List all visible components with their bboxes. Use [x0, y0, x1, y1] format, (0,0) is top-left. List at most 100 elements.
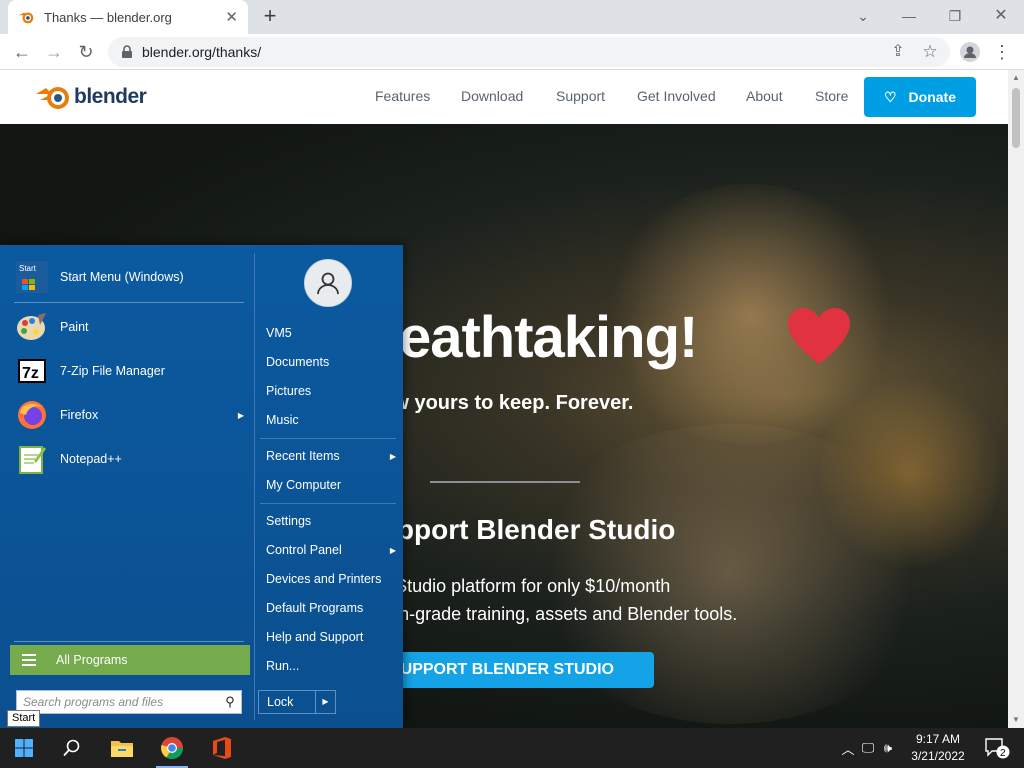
file-explorer-button[interactable]: [98, 728, 146, 768]
place-settings[interactable]: Settings: [266, 509, 396, 533]
windows-logo-icon: [15, 739, 33, 757]
browser-menu-icon[interactable]: ⋮: [988, 38, 1016, 66]
blender-logo-icon: [36, 87, 69, 109]
7zip-icon: 7z: [18, 359, 46, 383]
browser-toolbar: ← → ↻ blender.org/thanks/ ⇪ ☆ ⋮: [0, 34, 1024, 70]
logo-text: blender: [74, 85, 147, 108]
clock-time: 9:17 AM: [915, 732, 961, 746]
submenu-arrow-icon: ▶: [389, 451, 396, 461]
hero-divider: [430, 481, 580, 483]
new-tab-button[interactable]: +: [258, 5, 282, 29]
back-button[interactable]: ←: [8, 38, 36, 66]
red-heart-icon: [788, 308, 850, 364]
lock-button[interactable]: Lock ▶: [258, 690, 336, 714]
office-button[interactable]: [198, 728, 246, 768]
place-documents[interactable]: Documents: [266, 350, 396, 374]
start-search-input[interactable]: Search programs and files ⚲: [16, 690, 242, 714]
notification-icon: 2: [985, 738, 1010, 759]
notepadpp-icon: [19, 446, 46, 474]
firefox-icon: [18, 401, 46, 429]
scroll-up-icon[interactable]: ▲: [1008, 70, 1024, 86]
url-text: blender.org/thanks/: [142, 44, 262, 60]
place-recent-items[interactable]: Recent Items ▶: [266, 444, 396, 468]
network-icon[interactable]: 🖵: [858, 728, 878, 768]
nav-about[interactable]: About: [746, 88, 783, 104]
share-icon[interactable]: ⇪: [884, 38, 912, 66]
app-label: Firefox: [60, 408, 99, 422]
start-button[interactable]: [0, 728, 48, 768]
app-label: Paint: [60, 320, 89, 334]
restore-button[interactable]: ❐: [932, 5, 978, 27]
app-label: 7-Zip File Manager: [60, 364, 165, 378]
site-header: blender Features Download Support Get In…: [0, 70, 1008, 124]
close-window-button[interactable]: ✕: [978, 5, 1024, 27]
start-menu-places-pane: VM5 Documents Pictures Music Recent Item…: [256, 245, 403, 728]
system-tray: ︿ 🖵 🕪: [838, 728, 898, 768]
taskbar-clock[interactable]: 9:17 AM 3/21/2022: [900, 731, 976, 765]
folder-icon: [111, 741, 133, 757]
notification-count: 2: [1000, 748, 1006, 759]
all-programs-label: All Programs: [56, 653, 128, 667]
chrome-icon: [161, 737, 183, 759]
search-icon[interactable]: ⚲: [219, 694, 241, 710]
bookmark-star-icon[interactable]: ☆: [916, 38, 944, 66]
place-run[interactable]: Run...: [266, 654, 396, 678]
place-my-computer[interactable]: My Computer: [266, 473, 396, 497]
lock-icon[interactable]: [120, 45, 134, 59]
app-firefox[interactable]: Firefox ▶: [10, 395, 250, 435]
scroll-down-icon[interactable]: ▼: [1008, 712, 1024, 728]
action-center-button[interactable]: 2: [980, 728, 1014, 768]
start-tooltip: Start: [7, 710, 41, 727]
tab-close-icon[interactable]: ✕: [225, 8, 238, 26]
clock-date: 3/21/2022: [911, 749, 965, 763]
donate-button[interactable]: ♡ Donate: [864, 77, 976, 117]
tab-search-icon[interactable]: ⌄: [840, 5, 886, 27]
place-control-panel[interactable]: Control Panel ▶: [266, 538, 396, 562]
address-bar[interactable]: blender.org/thanks/: [108, 37, 950, 67]
forward-button[interactable]: →: [40, 38, 68, 66]
place-pictures[interactable]: Pictures: [266, 379, 396, 403]
heart-icon: ♡: [883, 88, 897, 105]
chrome-button[interactable]: [148, 728, 196, 768]
place-help-support[interactable]: Help and Support: [266, 625, 396, 649]
user-avatar[interactable]: [304, 259, 352, 307]
app-start-menu-windows[interactable]: Start Start Menu (Windows): [10, 257, 250, 297]
nav-support[interactable]: Support: [556, 88, 605, 104]
all-programs-button[interactable]: All Programs: [10, 645, 250, 675]
app-7zip[interactable]: 7z 7-Zip File Manager: [10, 351, 250, 391]
nav-features[interactable]: Features: [375, 88, 430, 104]
taskbar-search-button[interactable]: [48, 728, 96, 768]
place-user[interactable]: VM5: [266, 321, 396, 345]
browser-tab[interactable]: Thanks — blender.org ✕: [8, 0, 248, 34]
taskbar: ︿ 🖵 🕪 9:17 AM 3/21/2022 2: [0, 728, 1024, 768]
start-menu-programs-pane: Start Start Menu (Windows) Paint 7z 7-Zi…: [0, 245, 256, 728]
nav-get-involved[interactable]: Get Involved: [637, 88, 716, 104]
page-scrollbar[interactable]: ▲ ▼: [1008, 70, 1024, 728]
shutdown-options-arrow-icon[interactable]: ▶: [315, 691, 335, 713]
lock-label: Lock: [267, 695, 294, 709]
app-notepadpp[interactable]: Notepad++: [10, 439, 250, 479]
start-menu: Start Start Menu (Windows) Paint 7z 7-Zi…: [0, 245, 403, 728]
show-hidden-icons-icon[interactable]: ︿: [838, 728, 858, 768]
list-icon: [22, 654, 36, 666]
reload-button[interactable]: ↻: [72, 38, 100, 66]
nav-download[interactable]: Download: [461, 88, 523, 104]
submenu-arrow-icon: ▶: [389, 545, 396, 555]
tab-strip: Thanks — blender.org ✕ + ⌄ — ❐ ✕: [0, 0, 1024, 34]
nav-store[interactable]: Store: [815, 88, 848, 104]
start-menu-icon: Start: [16, 261, 48, 293]
search-placeholder: Search programs and files: [23, 695, 164, 709]
svg-text:7z: 7z: [22, 365, 39, 382]
profile-icon[interactable]: [956, 38, 984, 66]
office-icon: [213, 737, 231, 759]
place-devices-printers[interactable]: Devices and Printers: [266, 567, 396, 591]
scrollbar-thumb[interactable]: [1012, 88, 1020, 148]
minimize-button[interactable]: —: [886, 5, 932, 27]
volume-icon[interactable]: 🕪: [878, 728, 898, 768]
blender-logo[interactable]: blender: [34, 82, 147, 112]
place-default-programs[interactable]: Default Programs: [266, 596, 396, 620]
app-paint[interactable]: Paint: [10, 307, 250, 347]
search-icon: [63, 739, 80, 757]
place-music[interactable]: Music: [266, 408, 396, 432]
svg-text:Start: Start: [19, 264, 37, 273]
